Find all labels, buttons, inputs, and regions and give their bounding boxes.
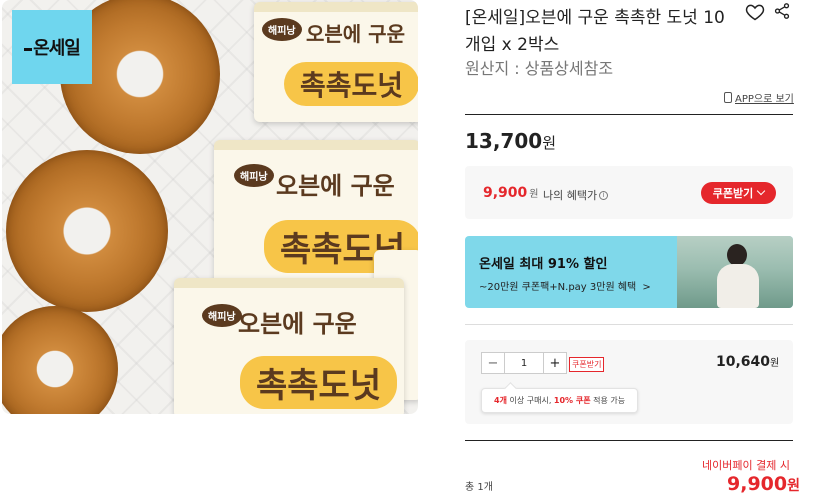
product-image[interactable]: 해피낭 오븐에 구운 촉촉도넛 해피낭 오븐에 구운 촉촉도넛 해피낭 오븐에 … xyxy=(2,0,418,414)
info-icon[interactable]: i xyxy=(599,190,609,200)
pack-brand: 해피낭 xyxy=(262,18,302,41)
pack-brand: 해피낭 xyxy=(202,304,242,327)
option-price-value: 10,640 xyxy=(716,354,771,370)
option-price: 10,640원 xyxy=(716,354,779,370)
benefit-price: 9,900 원 xyxy=(483,185,539,201)
coupon-tag[interactable]: 쿠폰받기 xyxy=(569,357,605,372)
divider xyxy=(465,114,793,115)
chevron-right-icon: > xyxy=(642,282,651,293)
quantity-stepper: − 1 + xyxy=(481,352,567,374)
total-price-value: 9,900 xyxy=(727,473,788,495)
origin-info: 원산지 : 상품상세참조 xyxy=(465,59,614,78)
product-pack: 해피낭 오븐에 구운 촉촉도넛 xyxy=(174,278,404,414)
tooltip-discount: 10% 쿠폰 xyxy=(553,396,591,405)
tooltip-text: 적용 가능 xyxy=(590,396,626,405)
phone-icon xyxy=(724,92,732,103)
share-icon[interactable] xyxy=(773,2,791,20)
heart-icon[interactable] xyxy=(745,2,765,22)
pack-text: 오븐에 구운 xyxy=(276,172,395,200)
quantity-input[interactable]: 1 xyxy=(504,353,544,373)
product-price: 13,700원 xyxy=(465,129,556,153)
onsale-badge: 온세일 xyxy=(12,10,92,84)
divider xyxy=(465,324,793,325)
benefit-price-value: 9,900 xyxy=(483,185,528,201)
chevron-down-icon xyxy=(756,186,766,196)
promo-subtitle: ~20만원 쿠폰팩+N.pay 3만원 혜택 > xyxy=(479,278,651,293)
divider xyxy=(465,440,793,441)
promo-subtitle-text: ~20만원 쿠폰팩+N.pay 3만원 혜택 xyxy=(479,282,637,293)
benefit-box: 9,900 원 나의 혜택가 i 쿠폰받기 xyxy=(465,166,793,219)
tooltip-text: 이상 구매시, xyxy=(506,396,554,405)
coupon-download-button[interactable]: 쿠폰받기 xyxy=(701,182,776,204)
product-pack: 해피낭 오븐에 구운 촉촉도넛 xyxy=(254,2,418,122)
quantity-minus-button[interactable]: − xyxy=(482,353,504,373)
promo-title: 온세일 최대 91% 할인 xyxy=(479,257,608,272)
product-title: [온세일]오븐에 구운 촉촉한 도넛 10개입 x 2박스 xyxy=(465,8,725,55)
benefit-price-unit: 원 xyxy=(529,189,539,200)
quantity-plus-button[interactable]: + xyxy=(544,353,566,373)
total-price-unit: 원 xyxy=(787,478,800,494)
tooltip-quantity: 4개 xyxy=(494,396,507,405)
promo-banner[interactable]: 온세일 최대 91% 할인 ~20만원 쿠폰팩+N.pay 3만원 혜택 > xyxy=(465,236,793,308)
npay-label: 네이버페이 결제 시 xyxy=(702,459,790,472)
promo-model-photo xyxy=(677,236,793,308)
pack-text: 촉촉도넛 xyxy=(284,62,418,106)
donut-image xyxy=(6,150,168,312)
pack-brand: 해피낭 xyxy=(234,164,274,187)
option-box: − 1 + 쿠폰받기 10,640원 4개 이상 구매시, 10% 쿠폰 적용 … xyxy=(465,340,793,424)
benefit-label-text: 나의 혜택가 xyxy=(543,189,598,202)
option-price-unit: 원 xyxy=(770,358,780,369)
total-price: 9,900원 xyxy=(727,473,800,495)
pack-text: 오븐에 구운 xyxy=(238,310,357,338)
onsale-badge-label: 온세일 xyxy=(24,34,81,60)
product-price-unit: 원 xyxy=(542,134,556,152)
total-count: 총 1개 xyxy=(465,482,493,493)
product-price-value: 13,700 xyxy=(465,129,543,153)
coupon-button-label: 쿠폰받기 xyxy=(712,188,754,200)
coupon-tooltip: 4개 이상 구매시, 10% 쿠폰 적용 가능 xyxy=(481,388,639,413)
pack-text: 오븐에 구운 xyxy=(306,22,405,46)
benefit-label[interactable]: 나의 혜택가 i xyxy=(543,187,609,203)
app-view-link[interactable]: APP으로 보기 xyxy=(724,90,794,105)
pack-text: 촉촉도넛 xyxy=(240,356,398,409)
app-view-label: APP으로 보기 xyxy=(735,94,794,105)
donut-image xyxy=(2,306,118,414)
